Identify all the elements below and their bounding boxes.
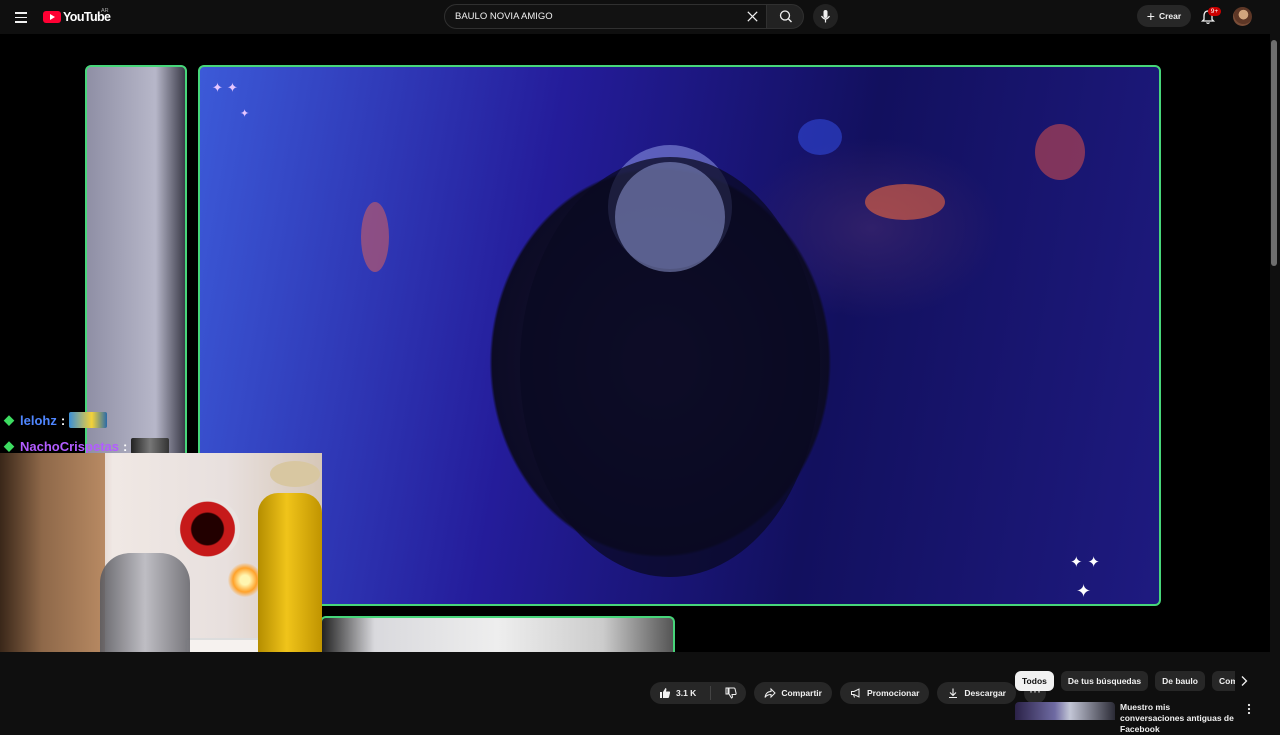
youtube-play-icon — [43, 11, 61, 23]
share-label: Compartir — [781, 688, 822, 698]
recommended-thumbnail[interactable] — [1015, 702, 1115, 720]
recommended-title[interactable]: Muestro mis conversaciones antiguas de F… — [1120, 702, 1235, 735]
chat-message: ◆ NachoCrispetas : — [4, 438, 170, 454]
main-camera-feed: ✦ ✦ ✦ ✦ ✦ ✦ — [198, 65, 1161, 606]
clear-search-icon[interactable] — [745, 9, 760, 24]
guide-menu-button[interactable] — [12, 7, 32, 27]
notification-badge: 9+ — [1208, 7, 1221, 16]
like-count: 3.1 K — [676, 688, 697, 698]
chip-all[interactable]: Todos — [1015, 671, 1054, 691]
promote-label: Promocionar — [866, 688, 920, 698]
like-dislike-group: 3.1 K — [650, 682, 747, 704]
chat-username: lelohz — [20, 412, 57, 428]
download-label: Descargar — [964, 688, 1006, 698]
facecam-hat — [270, 461, 320, 487]
svg-text:✦: ✦ — [1076, 581, 1091, 602]
chat-separator: : — [60, 412, 66, 428]
voice-search-button[interactable] — [813, 4, 838, 29]
plus-icon: + — [1146, 8, 1155, 24]
facecam-chair — [100, 553, 190, 652]
video-player[interactable]: ✦ ✦ ✦ ✦ ✦ ✦ ◆ lelohz : ◆ NachoCrispetas … — [0, 34, 1270, 652]
bottom-camera-frame — [320, 616, 675, 652]
video-actions: 3.1 K Compartir Promocionar Descargar ··… — [650, 682, 1046, 704]
search-input[interactable]: BAULO NOVIA AMIGO — [455, 11, 553, 22]
share-button[interactable]: Compartir — [754, 682, 832, 704]
chip-from-channel[interactable]: De baulo — [1155, 671, 1205, 691]
facecam-person — [258, 493, 322, 652]
recommended-video[interactable]: Muestro mis conversaciones antiguas de F… — [1015, 702, 1265, 734]
svg-text:✦ ✦: ✦ ✦ — [212, 81, 238, 96]
page-scrollbar[interactable] — [1271, 40, 1277, 266]
region-code: AR — [101, 8, 109, 14]
like-divider — [710, 686, 712, 700]
chat-emote — [131, 438, 170, 454]
like-button[interactable]: 3.1 K — [650, 682, 705, 704]
svg-text:✦ ✦: ✦ ✦ — [1070, 553, 1100, 571]
search-box[interactable]: BAULO NOVIA AMIGO — [444, 4, 767, 29]
stream-chat-overlay: ◆ lelohz : ◆ NachoCrispetas : — [0, 370, 190, 460]
subscriber-gem-icon: ◆ — [4, 412, 14, 427]
download-button[interactable]: Descargar — [937, 682, 1016, 704]
thumbs-up-icon — [660, 688, 671, 698]
chat-emote — [69, 412, 108, 428]
related-filter-chips: Todos De tus búsquedas De baulo Comentar… — [1015, 671, 1235, 691]
facecam-lamp — [228, 563, 262, 597]
create-label: Crear — [1158, 11, 1182, 21]
dislike-button[interactable] — [716, 682, 746, 704]
share-arrow-icon — [764, 687, 777, 699]
search-button[interactable] — [766, 4, 804, 29]
search-icon — [779, 10, 792, 23]
stream-overlay-decoration: ✦ ✦ ✦ ✦ ✦ ✦ — [212, 81, 1100, 602]
svg-text:✦: ✦ — [240, 107, 249, 120]
subscriber-gem-icon: ◆ — [4, 438, 14, 453]
account-avatar[interactable] — [1233, 7, 1252, 26]
chat-separator: : — [122, 438, 128, 454]
chip-from-your-searches[interactable]: De tus búsquedas — [1060, 671, 1149, 691]
microphone-icon — [821, 10, 830, 23]
chat-username: NachoCrispetas — [20, 438, 119, 454]
megaphone-icon — [850, 688, 860, 698]
create-button[interactable]: + Crear — [1137, 5, 1191, 27]
chip-comments[interactable]: Comentarios — [1212, 671, 1235, 691]
promote-button[interactable]: Promocionar — [839, 682, 930, 704]
facecam-door — [0, 453, 105, 652]
chat-message: ◆ lelohz : — [4, 412, 108, 428]
streamer-facecam — [0, 453, 322, 652]
masthead: YouTube AR BAULO NOVIA AMIGO + Crear 9+ — [0, 0, 1280, 34]
download-icon — [949, 688, 958, 699]
thumbs-down-icon — [725, 687, 737, 699]
more-vertical-icon[interactable] — [1243, 702, 1255, 716]
facecam-poster — [175, 498, 240, 560]
chevron-right-icon[interactable] — [1236, 673, 1252, 689]
